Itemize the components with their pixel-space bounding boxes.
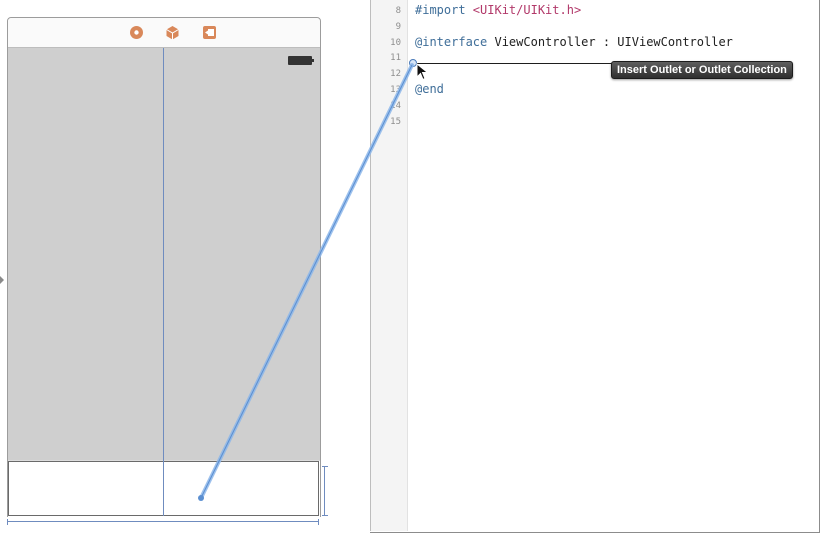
line-number: 13 (390, 85, 401, 95)
width-guide (7, 519, 319, 526)
line-number: 9 (395, 21, 401, 32)
view-controller-icon[interactable] (129, 25, 144, 40)
insert-outlet-tooltip: Insert Outlet or Outlet Collection (611, 61, 793, 79)
code-token: @end (415, 82, 444, 96)
code-line[interactable]: #import <UIKit/UIKit.h> (415, 3, 581, 17)
first-responder-icon[interactable] (165, 25, 180, 40)
line-number: 11 (390, 53, 401, 64)
code-line[interactable]: @interface ViewController : UIViewContro… (415, 35, 733, 49)
code-line[interactable]: @end (415, 82, 444, 96)
line-number: 8 (395, 6, 401, 16)
root-view[interactable] (8, 48, 320, 460)
canvas-edge-arrow-icon (0, 276, 4, 284)
line-number: 12 (390, 69, 401, 80)
assistant-editor[interactable]: 8 9 10 11 12 13 14 15 #import <UIKit/UIKit.h> @i… (370, 0, 819, 531)
line-number-gutter: 8 9 10 11 12 13 14 15 (371, 0, 408, 531)
battery-icon (288, 56, 314, 65)
exit-icon[interactable] (202, 25, 217, 40)
code-token: ViewController : UIViewController (487, 34, 733, 49)
height-guide (322, 466, 330, 516)
mouse-cursor-icon (416, 63, 429, 81)
code-token: <UIKit/UIKit.h> (472, 3, 582, 17)
code-token: #import (415, 3, 473, 17)
line-number: 14 (390, 100, 401, 111)
storyboard-canvas[interactable] (0, 0, 370, 533)
scene-dock (8, 18, 320, 48)
code-token: @interface (415, 34, 488, 49)
line-number: 15 (390, 116, 401, 127)
view-controller-scene[interactable] (7, 17, 321, 517)
center-alignment-guide (163, 48, 164, 516)
line-number: 10 (390, 37, 401, 48)
